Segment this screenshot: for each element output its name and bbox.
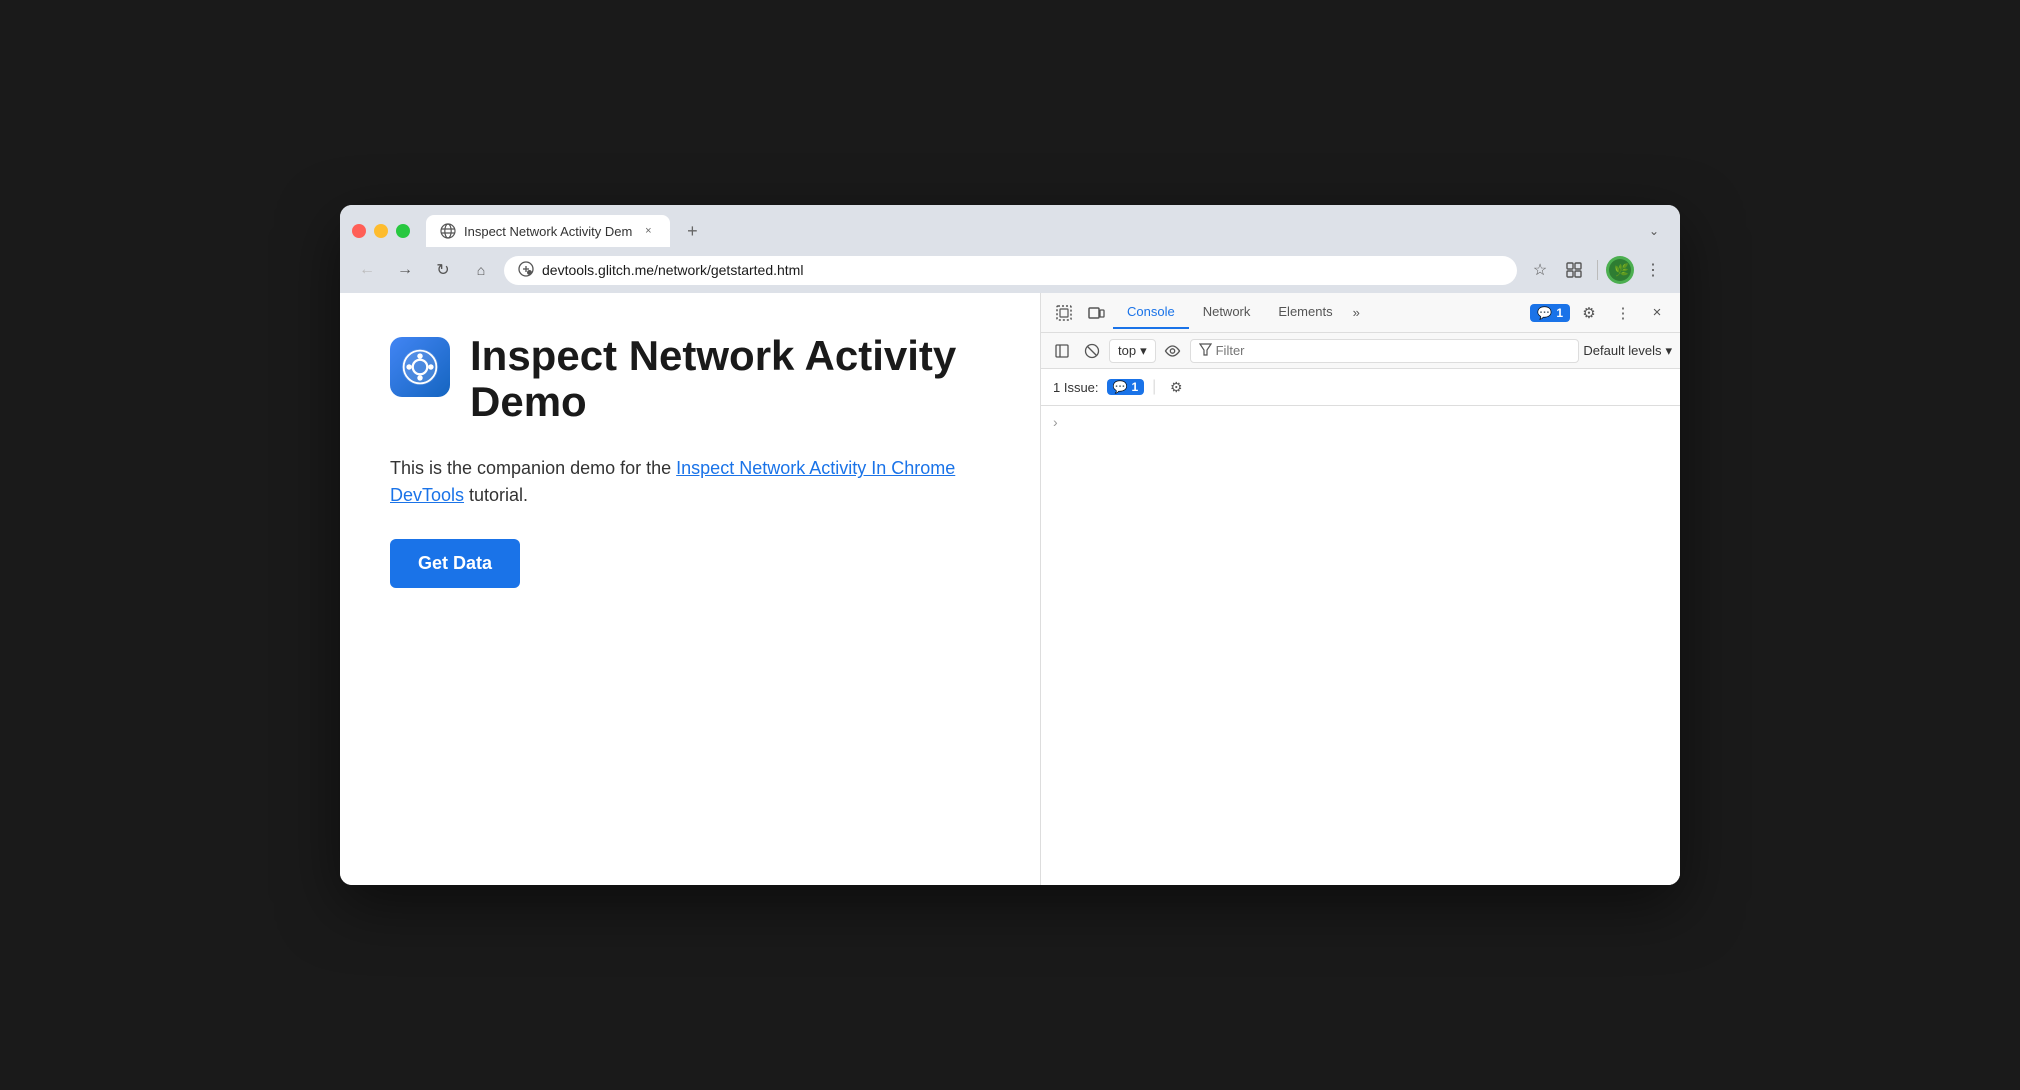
console-filter-bar[interactable] — [1190, 339, 1580, 363]
new-tab-button[interactable]: + — [678, 217, 706, 245]
forward-button[interactable]: → — [390, 255, 420, 285]
browser-window: Inspect Network Activity Dem × + ⌄ ← → ↻… — [340, 205, 1680, 885]
tab-favicon — [440, 223, 456, 239]
active-tab[interactable]: Inspect Network Activity Dem × — [426, 215, 670, 247]
tab-console[interactable]: Console — [1113, 296, 1189, 329]
console-content: › — [1041, 406, 1680, 885]
traffic-lights — [352, 224, 410, 238]
tab-bar: Inspect Network Activity Dem × + ⌄ — [340, 205, 1680, 247]
url-text: devtools.glitch.me/network/getstarted.ht… — [542, 262, 1503, 278]
context-selector[interactable]: top ▾ — [1109, 339, 1156, 363]
console-eye-button[interactable] — [1160, 338, 1186, 364]
more-tabs-button[interactable]: » — [1347, 301, 1366, 324]
issues-badge-chat-icon: 💬 — [1113, 380, 1128, 394]
extensions-button[interactable] — [1559, 255, 1589, 285]
device-toolbar-button[interactable] — [1081, 298, 1111, 328]
devtools-main-toolbar: Console Network Elements » 💬 1 — [1041, 293, 1680, 333]
address-security-icon — [518, 261, 534, 280]
devtools-tabs: Console Network Elements » — [1113, 296, 1528, 329]
console-clear-button[interactable] — [1079, 338, 1105, 364]
page-title: Inspect Network Activity Demo — [470, 333, 990, 425]
get-data-button[interactable]: Get Data — [390, 539, 520, 588]
devtools-toolbar-actions: 💬 1 ⚙ ⋮ × — [1530, 298, 1672, 328]
devtools-panel: Console Network Elements » 💬 1 — [1040, 293, 1680, 885]
devtools-close-button[interactable]: × — [1642, 298, 1672, 328]
nav-bar: ← → ↻ ⌂ devtools.gl — [340, 247, 1680, 293]
log-levels-dropdown-icon: ▾ — [1665, 343, 1672, 359]
devtools-more-options-button[interactable]: ⋮ — [1608, 298, 1638, 328]
svg-text:🌿: 🌿 — [1614, 263, 1629, 277]
console-toolbar: top ▾ — [1041, 333, 1680, 369]
page-header: Inspect Network Activity Demo — [390, 333, 990, 425]
page-content: Inspect Network Activity Demo This is th… — [340, 293, 1040, 885]
traffic-light-minimize[interactable] — [374, 224, 388, 238]
issues-count-badge[interactable]: 💬 1 — [1107, 379, 1145, 395]
traffic-light-maximize[interactable] — [396, 224, 410, 238]
browser-chrome: Inspect Network Activity Dem × + ⌄ ← → ↻… — [340, 205, 1680, 293]
console-prompt-arrow[interactable]: › — [1049, 410, 1062, 434]
nav-divider — [1597, 260, 1598, 280]
issues-label: 1 Issue: — [1053, 380, 1099, 395]
traffic-light-close[interactable] — [352, 224, 366, 238]
issues-badge[interactable]: 💬 1 — [1530, 304, 1570, 322]
home-button[interactable]: ⌂ — [466, 255, 496, 285]
page-logo — [390, 337, 450, 397]
devtools-settings-button[interactable]: ⚙ — [1574, 298, 1604, 328]
page-description: This is the companion demo for the Inspe… — [390, 455, 990, 509]
nav-actions: ☆ 🌿 ⋮ — [1525, 255, 1668, 285]
address-bar[interactable]: devtools.glitch.me/network/getstarted.ht… — [504, 256, 1517, 285]
back-button[interactable]: ← — [352, 255, 382, 285]
filter-icon — [1199, 343, 1212, 359]
issues-bar: 1 Issue: 💬 1 | ⚙ — [1041, 369, 1680, 406]
tab-elements[interactable]: Elements — [1264, 296, 1346, 329]
browser-content: Inspect Network Activity Demo This is th… — [340, 293, 1680, 885]
menu-button[interactable]: ⋮ — [1638, 255, 1668, 285]
dropdown-arrow-icon: ▾ — [1140, 343, 1147, 359]
inspect-element-button[interactable] — [1049, 298, 1079, 328]
log-levels-selector[interactable]: Default levels ▾ — [1583, 343, 1672, 359]
console-sidebar-button[interactable] — [1049, 338, 1075, 364]
reload-button[interactable]: ↻ — [428, 255, 458, 285]
tab-close-button[interactable]: × — [640, 223, 656, 239]
issues-settings-button[interactable]: ⚙ — [1164, 375, 1188, 399]
bookmark-button[interactable]: ☆ — [1525, 255, 1555, 285]
tab-title: Inspect Network Activity Dem — [464, 224, 632, 239]
tab-dropdown-button[interactable]: ⌄ — [1640, 217, 1668, 245]
issues-divider: | — [1152, 378, 1156, 396]
tab-network[interactable]: Network — [1189, 296, 1265, 329]
filter-input[interactable] — [1216, 343, 1571, 358]
issues-badge-icon: 💬 — [1537, 306, 1552, 320]
profile-avatar[interactable]: 🌿 — [1606, 256, 1634, 284]
